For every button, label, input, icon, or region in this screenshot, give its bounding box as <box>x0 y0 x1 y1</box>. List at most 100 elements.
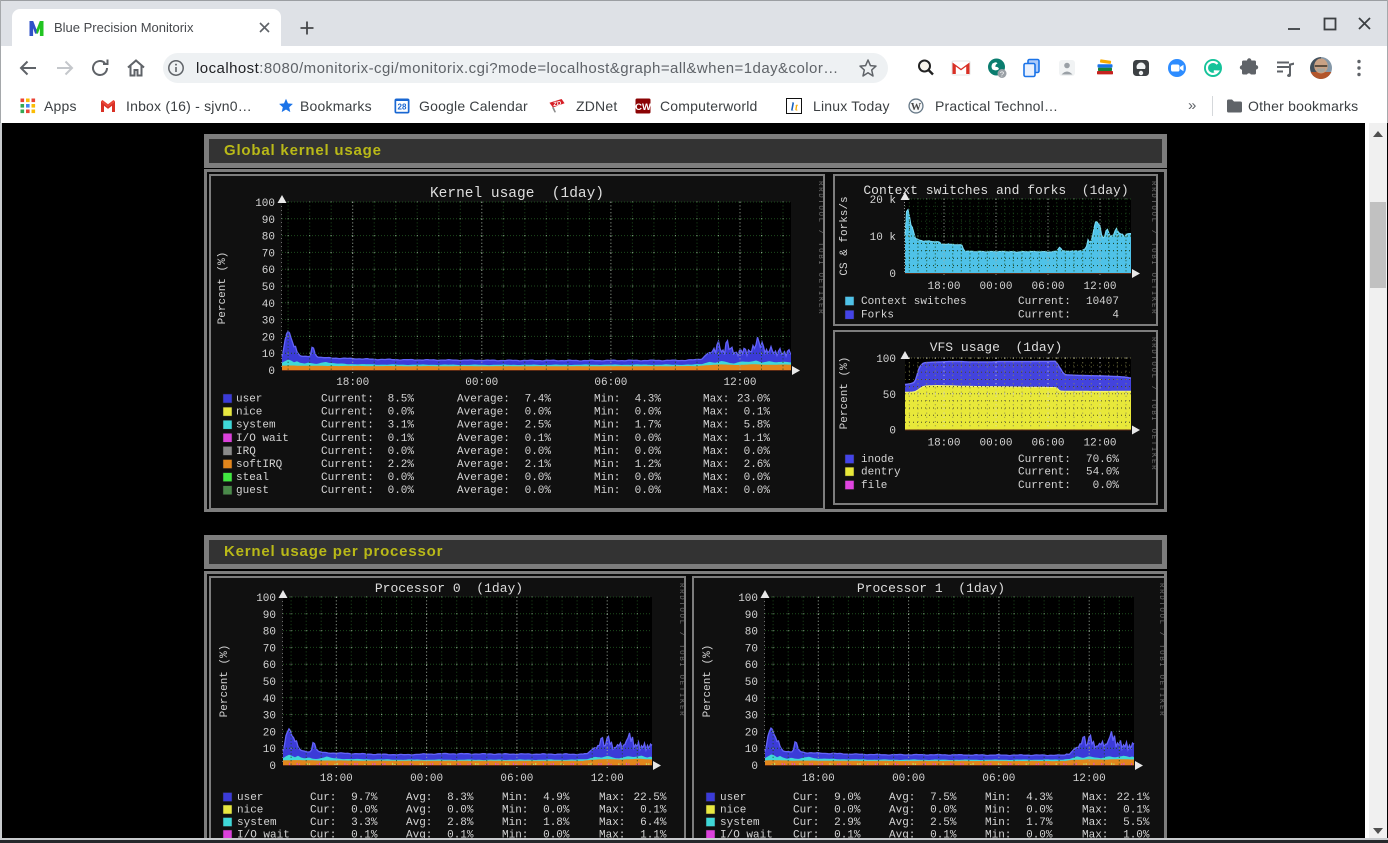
svg-text:Min:: Min: <box>502 792 528 804</box>
svg-text:70: 70 <box>745 643 758 655</box>
svg-text:user: user <box>237 792 263 804</box>
svg-text:Average:: Average: <box>457 407 510 419</box>
svg-text:40: 40 <box>262 299 275 311</box>
svg-text:0.1%: 0.1% <box>525 433 552 445</box>
svg-text:70: 70 <box>263 643 276 655</box>
svg-text:Average:: Average: <box>457 394 510 406</box>
svg-text:Max:: Max: <box>703 459 729 471</box>
svg-text:4: 4 <box>1112 310 1119 322</box>
svg-text:60: 60 <box>263 660 276 672</box>
svg-text:2.1%: 2.1% <box>525 459 552 471</box>
svg-text:18:00: 18:00 <box>927 281 960 293</box>
svg-text:system: system <box>236 420 276 432</box>
svg-text:100: 100 <box>876 354 896 366</box>
svg-text:06:00: 06:00 <box>594 377 627 389</box>
svg-text:100: 100 <box>738 593 758 605</box>
svg-text:?: ? <box>1000 70 1004 79</box>
svg-text:RRDTOOL / TOBI OETIKER: RRDTOOL / TOBI OETIKER <box>816 181 823 315</box>
svg-text:nice: nice <box>237 805 263 817</box>
svg-text:Max:: Max: <box>599 792 625 804</box>
svg-text:Cur:: Cur: <box>310 817 336 829</box>
svg-text:VFS usage (1day): VFS usage (1day) <box>930 340 1063 355</box>
svg-text:I/O wait: I/O wait <box>236 433 289 445</box>
svg-text:0.0%: 0.0% <box>525 446 552 458</box>
svg-text:Min:: Min: <box>594 459 620 471</box>
svg-text:0.0%: 0.0% <box>635 446 662 458</box>
svg-text:12:00: 12:00 <box>1073 773 1106 785</box>
svg-text:Current:: Current: <box>321 394 374 406</box>
svg-text:80: 80 <box>262 232 275 244</box>
svg-text:Current:: Current: <box>321 459 374 471</box>
svg-text:06:00: 06:00 <box>1031 281 1064 293</box>
svg-text:Max:: Max: <box>599 817 625 829</box>
svg-text:Kernel usage (1day): Kernel usage (1day) <box>430 186 604 202</box>
svg-text:06:00: 06:00 <box>1031 438 1064 450</box>
svg-text:90: 90 <box>263 610 276 622</box>
svg-text:Min:: Min: <box>985 805 1011 817</box>
svg-text:0.0%: 0.0% <box>388 407 415 419</box>
svg-text:10: 10 <box>263 744 276 756</box>
svg-text:0.0%: 0.0% <box>635 472 662 484</box>
svg-text:00:00: 00:00 <box>465 377 498 389</box>
svg-text:0.1%: 0.1% <box>1123 805 1150 817</box>
svg-text:6.4%: 6.4% <box>640 817 667 829</box>
svg-text:0.1%: 0.1% <box>744 407 771 419</box>
svg-text:0.0%: 0.0% <box>388 485 415 497</box>
svg-text:Percent (%): Percent (%) <box>219 645 231 718</box>
svg-text:Min:: Min: <box>594 472 620 484</box>
svg-text:Max:: Max: <box>703 433 729 445</box>
svg-text:RRDTOOL / TOBI OETIKER: RRDTOOL / TOBI OETIKER <box>1157 583 1164 717</box>
svg-text:90: 90 <box>262 215 275 227</box>
svg-text:22.5%: 22.5% <box>633 792 666 804</box>
svg-text:Cur:: Cur: <box>310 805 336 817</box>
svg-text:CS & forks/s: CS & forks/s <box>839 196 851 275</box>
svg-text:RRDTOOL / TOBI OETIKER: RRDTOOL / TOBI OETIKER <box>1149 181 1156 315</box>
svg-text:Percent (%): Percent (%) <box>839 357 851 430</box>
svg-text:4.3%: 4.3% <box>1026 792 1053 804</box>
svg-text:Current:: Current: <box>321 472 374 484</box>
svg-text:4.3%: 4.3% <box>635 394 662 406</box>
svg-text:Current:: Current: <box>321 446 374 458</box>
svg-text:Avg:: Avg: <box>889 817 915 829</box>
svg-text:0.0%: 0.0% <box>351 805 378 817</box>
svg-text:Current:: Current: <box>1018 467 1071 479</box>
svg-text:7.5%: 7.5% <box>930 792 957 804</box>
svg-text:Min:: Min: <box>985 792 1011 804</box>
svg-text:Average:: Average: <box>457 485 510 497</box>
svg-text:Min:: Min: <box>594 407 620 419</box>
svg-text:Percent (%): Percent (%) <box>702 645 714 718</box>
svg-text:06:00: 06:00 <box>982 773 1015 785</box>
svg-text:10: 10 <box>745 744 758 756</box>
svg-text:steal: steal <box>236 472 269 484</box>
svg-text:Max:: Max: <box>1082 792 1108 804</box>
svg-text:28: 28 <box>398 103 407 112</box>
svg-text:0.0%: 0.0% <box>1093 480 1120 492</box>
svg-text:50: 50 <box>263 677 276 689</box>
svg-text:Current:: Current: <box>321 420 374 432</box>
svg-text:RRDTOOL / TOBI OETIKER: RRDTOOL / TOBI OETIKER <box>677 583 684 717</box>
svg-text:Current:: Current: <box>321 407 374 419</box>
svg-text:user: user <box>720 792 746 804</box>
svg-text:100: 100 <box>256 593 276 605</box>
svg-text:IRQ: IRQ <box>236 446 256 458</box>
svg-text:Average:: Average: <box>457 420 510 432</box>
svg-text:2.9%: 2.9% <box>834 817 861 829</box>
svg-text:20 k: 20 k <box>870 195 897 207</box>
svg-text:12:00: 12:00 <box>591 773 624 785</box>
svg-text:Avg:: Avg: <box>406 817 432 829</box>
svg-text:ZD: ZD <box>552 101 562 108</box>
svg-text:20: 20 <box>263 727 276 739</box>
svg-text:Processor 1 (1day): Processor 1 (1day) <box>857 581 1005 596</box>
svg-text:system: system <box>720 817 760 829</box>
svg-text:0.1%: 0.1% <box>640 805 667 817</box>
svg-text:Processor 0 (1day): Processor 0 (1day) <box>375 581 523 596</box>
svg-text:2.5%: 2.5% <box>930 817 957 829</box>
svg-text:8.5%: 8.5% <box>388 394 415 406</box>
svg-text:0.0%: 0.0% <box>525 407 552 419</box>
svg-text:10: 10 <box>262 349 275 361</box>
svg-text:Max:: Max: <box>1082 817 1108 829</box>
svg-text:00:00: 00:00 <box>979 438 1012 450</box>
svg-text:Percent (%): Percent (%) <box>217 252 229 325</box>
svg-text:Min:: Min: <box>594 394 620 406</box>
svg-text:Average:: Average: <box>457 433 510 445</box>
